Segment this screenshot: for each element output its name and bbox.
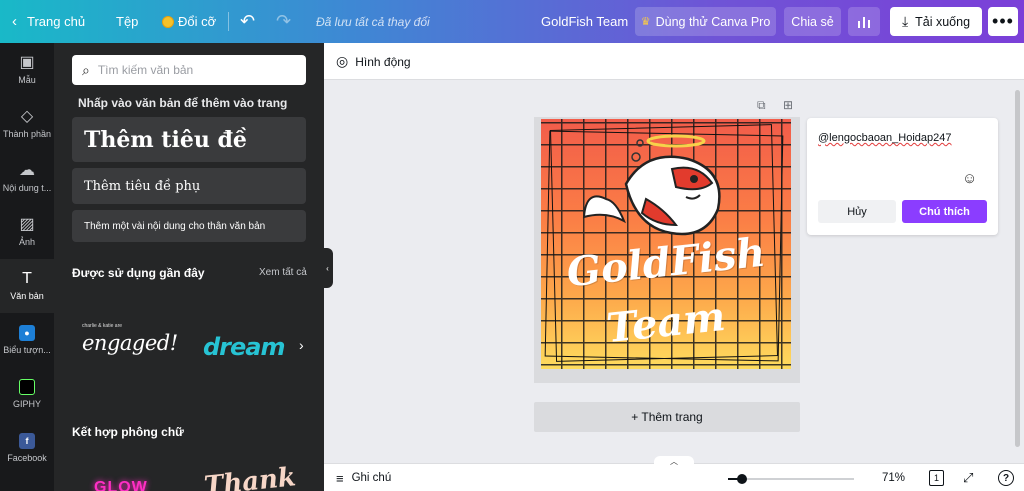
comment-box: @lengocbaoan_Hoidap247 ☺ Hủy Chú thích [807, 118, 998, 235]
duplicate-page-icon[interactable]: ⧉ [757, 98, 766, 113]
font-combo-thank[interactable]: Thank [203, 462, 298, 491]
nav-text[interactable]: T Văn bản [0, 259, 54, 313]
try-pro-button[interactable]: ♛ Dùng thử Canva Pro [635, 7, 776, 36]
upload-icon: ☁ [19, 162, 35, 179]
template-icon: ▣ [19, 54, 35, 71]
nav-label: Biểu tượn... [3, 345, 51, 355]
home-label: Trang chủ [27, 14, 86, 29]
help-button[interactable]: ? [998, 464, 1014, 491]
editor-toolbar: ◎ Hình động [324, 43, 1024, 80]
add-body-text-button[interactable]: Thêm một vài nội dung cho thân văn bản [72, 210, 306, 242]
bottom-bar: ︿ ≡ Ghi chú 71% 1 ⤢ ? [324, 456, 1024, 491]
crown-icon: ♛ [640, 16, 651, 28]
see-all-link[interactable]: Xem tất cả [259, 267, 307, 278]
nav-label: Nội dung t... [2, 183, 52, 193]
text-panel: ⌕ Nhấp vào văn bản để thêm vào trang Thê… [54, 43, 324, 491]
try-pro-label: Dùng thử Canva Pro [655, 14, 771, 29]
panel-hint: Nhấp vào văn bản để thêm vào trang [78, 96, 288, 110]
chevron-left-icon: ‹ [12, 13, 17, 30]
facebook-icon: f [19, 433, 35, 449]
add-subheading-button[interactable]: Thêm tiêu đề phụ [72, 168, 306, 204]
text-icon: T [22, 270, 32, 287]
search-input[interactable] [97, 63, 288, 77]
animate-button[interactable]: ◎ Hình động [336, 43, 411, 80]
recent-section-title: Được sử dụng gần đây [72, 266, 205, 280]
bar-chart-icon [858, 17, 870, 28]
nav-label: Ảnh [18, 237, 35, 247]
font-combos-title: Kết hợp phông chữ [72, 425, 184, 439]
fullscreen-icon[interactable]: ⤢ [963, 464, 973, 491]
nav-label: Văn bản [10, 291, 44, 301]
nav-label: Thành phần [2, 129, 52, 139]
download-icon: ⤓ [901, 13, 909, 29]
more-options-button[interactable]: ••• [988, 7, 1018, 36]
chevron-right-icon[interactable]: › [299, 337, 304, 353]
search-box[interactable]: ⌕ [72, 55, 306, 85]
nav-giphy[interactable]: GIPHY [0, 367, 54, 421]
photo-icon: ▨ [19, 216, 35, 233]
recent-item-main-text: engaged! [82, 331, 178, 355]
cancel-button[interactable]: Hủy [818, 200, 896, 223]
download-label: Tải xuống [915, 14, 971, 29]
logo-app-icon: ● [19, 325, 35, 341]
undo-icon[interactable]: ↶ [240, 0, 255, 43]
mention-text: @lengocbaoan_Hoidap247 [818, 132, 952, 144]
file-menu[interactable]: Tệp [116, 0, 138, 43]
download-button[interactable]: ⤓ Tải xuống [890, 7, 982, 36]
giphy-icon [19, 379, 35, 395]
nav-photos[interactable]: ▨ Ảnh [0, 205, 54, 259]
recent-item-engaged[interactable]: charlie & katie are engaged! [82, 323, 178, 355]
emoji-icon[interactable]: ☺ [962, 170, 977, 187]
nav-elements[interactable]: ◇ Thành phần [0, 97, 54, 151]
recent-text-list: charlie & katie are engaged! dream › [72, 313, 322, 379]
design-canvas[interactable]: GoldFish Team [541, 119, 791, 369]
animation-icon: ◎ [336, 53, 349, 69]
elements-icon: ◇ [20, 108, 34, 125]
share-button[interactable]: Chia sẻ [784, 7, 841, 36]
help-icon: ? [998, 470, 1014, 486]
notes-icon: ≡ [336, 470, 344, 486]
coin-icon [162, 15, 174, 28]
page-count-button[interactable]: 1 [929, 464, 944, 491]
notes-button[interactable]: ≡ Ghi chú [336, 464, 391, 491]
add-heading-button[interactable]: Thêm tiêu đề [72, 117, 306, 162]
chevron-up-icon[interactable]: ︿ [654, 456, 694, 468]
nav-label: Facebook [7, 453, 47, 463]
save-status: Đã lưu tất cả thay đổi [316, 14, 430, 29]
recent-item-small-text: charlie & katie are [82, 323, 123, 329]
recent-item-dream[interactable]: dream [203, 333, 285, 361]
divider [228, 12, 229, 31]
font-combo-glow[interactable]: GLOW [94, 479, 148, 491]
notes-label: Ghi chú [351, 472, 392, 484]
nav-logos[interactable]: ● Biểu tượn... [0, 313, 54, 367]
nav-label: Mẫu [18, 75, 36, 85]
collapse-panel-button[interactable]: ‹ [322, 248, 333, 288]
nav-uploads[interactable]: ☁ Nội dung t... [0, 151, 54, 205]
nav-facebook[interactable]: f Facebook [0, 421, 54, 475]
zoom-slider-handle[interactable] [737, 474, 747, 484]
resize-label: Đổi cỡ [178, 14, 217, 29]
nav-label: GIPHY [12, 399, 41, 409]
zoom-level[interactable]: 71% [882, 464, 905, 491]
add-page-icon[interactable]: ⊞ [783, 98, 793, 112]
home-button[interactable]: ‹ Trang chủ [12, 0, 85, 43]
nav-templates[interactable]: ▣ Mẫu [0, 43, 54, 97]
add-page-button[interactable]: + Thêm trang [534, 402, 800, 432]
page-count: 1 [929, 470, 944, 486]
design-title[interactable]: GoldFish Team [541, 0, 628, 43]
comment-input[interactable]: @lengocbaoan_Hoidap247 [818, 132, 952, 144]
goldfish-illustration [582, 134, 721, 236]
insights-button[interactable] [848, 7, 880, 36]
search-icon: ⌕ [82, 61, 90, 78]
post-comment-button[interactable]: Chú thích [902, 200, 987, 223]
animate-label: Hình động [355, 54, 411, 69]
resize-button[interactable]: Đổi cỡ [162, 0, 216, 43]
left-nav: ▣ Mẫu ◇ Thành phần ☁ Nội dung t... ▨ Ảnh… [0, 43, 54, 491]
canvas-scrollbar[interactable] [1015, 90, 1020, 447]
top-bar: ‹ Trang chủ Tệp Đổi cỡ ↶ ↷ Đã lưu tất cả… [0, 0, 1024, 43]
redo-icon[interactable]: ↷ [276, 0, 291, 43]
